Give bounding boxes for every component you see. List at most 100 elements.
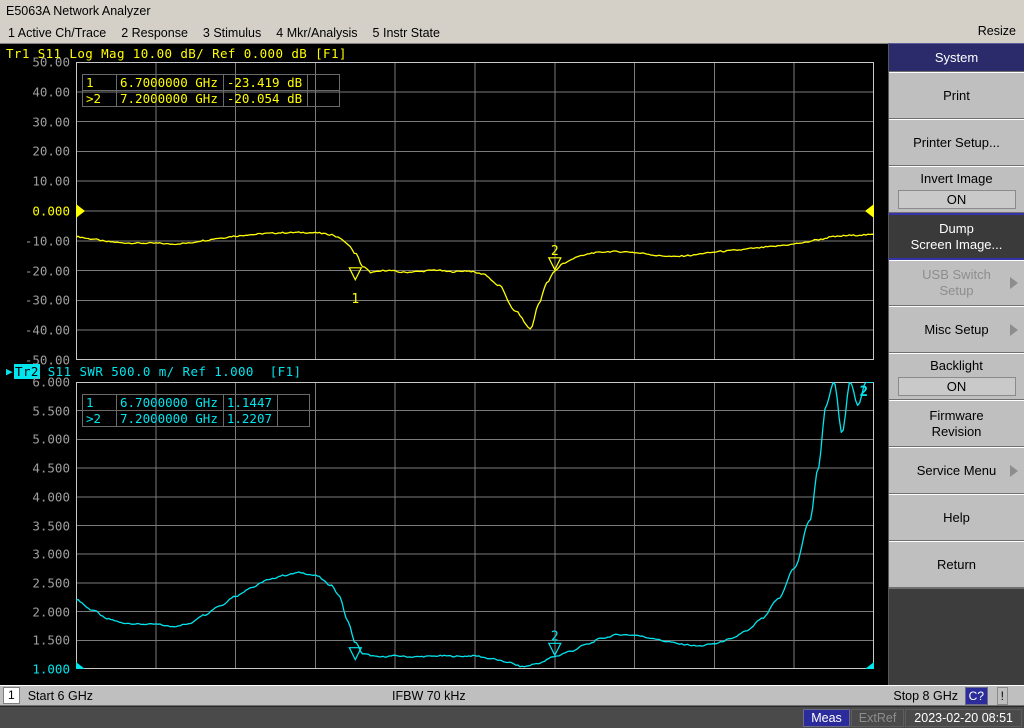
status-bar: 1 Start 6 GHz IFBW 70 kHz Stop 8 GHz C? … [0, 685, 1024, 706]
menu-bar: 1 Active Ch/Trace 2 Response 3 Stimulus … [0, 22, 1024, 43]
softkey-printer-setup[interactable]: Printer Setup... [889, 119, 1024, 166]
softkey-dump-screen-image-line2: Screen Image... [911, 237, 1003, 253]
resize-label[interactable]: Resize [978, 24, 1016, 38]
ylab2-tick-8: 2.000 [32, 604, 70, 619]
softkey-usb-switch-setup-line2: Setup [940, 283, 974, 299]
status-stop-freq[interactable]: Stop 8 GHz [893, 689, 958, 703]
softkey-dump-screen-image[interactable]: DumpScreen Image... [889, 213, 1024, 260]
softkey-print-label: Print [943, 88, 970, 104]
active-trace-indicator-icon: ▶ [6, 366, 13, 377]
trace2-marker1-value: 1.1447 [223, 395, 277, 411]
svg-text:2: 2 [551, 244, 559, 259]
ylab2-tick-3: 4.500 [32, 461, 70, 476]
datetime-display[interactable]: 2023-02-20 08:51 [905, 709, 1022, 727]
svg-text:2: 2 [551, 629, 559, 644]
window-title: E5063A Network Analyzer [6, 4, 151, 18]
trace1-marker2-freq: 7.2000000 GHz [117, 91, 224, 107]
chevron-right-icon [1010, 465, 1018, 477]
ylab1-tick-9: -40.00 [25, 323, 70, 338]
softkey-dump-screen-image-line1: Dump [939, 221, 974, 237]
trace2-marker-col-empty-1 [278, 395, 310, 411]
trace2-marker1-id: 1 [83, 395, 117, 411]
softkey-help-label: Help [943, 510, 970, 526]
ylab2-tick-2: 5.000 [32, 432, 70, 447]
softkey-service-menu-label: Service Menu [917, 463, 996, 479]
softkey-invert-image-state[interactable]: ON [898, 190, 1016, 209]
softkey-invert-image-label: Invert Image [920, 171, 992, 187]
menu-response[interactable]: 2 Response [114, 25, 195, 41]
status-start-freq[interactable]: Start 6 GHz [28, 689, 93, 703]
menu-instr-state[interactable]: 5 Instr State [366, 25, 447, 41]
trace1-marker2-id: >2 [83, 91, 117, 107]
trace2-header[interactable]: ▶Tr2 S11 SWR 500.0 m/ Ref 1.000 [F1] [6, 364, 301, 379]
instrument-screen: Tr1 S11 Log Mag 10.00 dB/ Ref 0.000 dB [… [0, 43, 888, 685]
ylab2-tick-4: 4.000 [32, 489, 70, 504]
softkey-firmware-revision-line1: Firmware [929, 408, 983, 424]
trace2-marker-readout[interactable]: 1 6.7000000 GHz 1.1447 >2 7.2000000 GHz … [82, 394, 310, 427]
menu-mkr-analysis[interactable]: 4 Mkr/Analysis [269, 25, 364, 41]
ylab2-tick-6: 3.000 [32, 547, 70, 562]
softkey-sidebar: System Print Printer Setup... Invert Image O… [888, 43, 1024, 685]
svg-text:1: 1 [351, 292, 359, 307]
softkey-empty-area [889, 588, 1024, 685]
trace2-marker1-freq: 6.7000000 GHz [117, 395, 224, 411]
svg-text:2: 2 [860, 384, 868, 400]
softkey-usb-switch-setup: USB SwitchSetup [889, 260, 1024, 306]
ylab1-tick-2: 30.00 [32, 114, 70, 129]
softkey-printer-setup-label: Printer Setup... [913, 135, 1000, 151]
app-window: E5063A Network Analyzer 1 Active Ch/Trac… [0, 0, 1024, 728]
status-warning-badge[interactable]: ! [997, 687, 1008, 705]
softkey-invert-image[interactable]: Invert Image ON [889, 166, 1024, 213]
softkey-usb-switch-setup-line1: USB Switch [922, 267, 991, 283]
trace1-marker1-value: -23.419 dB [223, 75, 307, 91]
meas-status-badge[interactable]: Meas [803, 709, 850, 727]
window-titlebar: E5063A Network Analyzer [0, 0, 1024, 22]
chevron-right-icon [1010, 277, 1018, 289]
trace2-header-text: S11 SWR 500.0 m/ Ref 1.000 [F1] [40, 364, 302, 379]
ylab2-tick-7: 2.500 [32, 575, 70, 590]
trace1-marker1-freq: 6.7000000 GHz [117, 75, 224, 91]
bottom-bar: Meas ExtRef 2023-02-20 08:51 [0, 706, 1024, 728]
ylab1-tick-1: 40.00 [32, 84, 70, 99]
status-ifbw[interactable]: IFBW 70 kHz [392, 689, 466, 703]
trace1-marker2-value: -20.054 dB [223, 91, 307, 107]
softkey-backlight-state[interactable]: ON [898, 377, 1016, 396]
softkey-return[interactable]: Return [889, 541, 1024, 588]
softkey-misc-setup[interactable]: Misc Setup [889, 306, 1024, 353]
trace1-marker-col-empty-1 [308, 75, 340, 91]
ylab1-tick-3: 20.00 [32, 144, 70, 159]
softkey-firmware-revision[interactable]: FirmwareRevision [889, 400, 1024, 447]
trace2-marker2-id: >2 [83, 411, 117, 427]
trace1-marker1-id: 1 [83, 75, 117, 91]
softkey-return-label: Return [937, 557, 976, 573]
trace1-y-axis-labels: 50.0040.0030.0020.0010.000.000-10.00-20.… [0, 62, 74, 360]
softkey-title-system: System [889, 43, 1024, 72]
ylab2-tick-5: 3.500 [32, 518, 70, 533]
status-cal-badge[interactable]: C? [965, 687, 988, 705]
ylab1-tick-4: 10.00 [32, 174, 70, 189]
ylab1-tick-7: -20.00 [25, 263, 70, 278]
ylab1-tick-6: -10.00 [25, 233, 70, 248]
menu-active-ch-trace[interactable]: 1 Active Ch/Trace [1, 25, 113, 41]
chevron-right-icon [1010, 324, 1018, 336]
trace1-header[interactable]: Tr1 S11 Log Mag 10.00 dB/ Ref 0.000 dB [… [6, 46, 347, 61]
trace2-marker2-freq: 7.2000000 GHz [117, 411, 224, 427]
softkey-backlight-label: Backlight [930, 358, 983, 374]
ylab1-tick-5: 0.000 [32, 204, 70, 219]
status-channel-badge[interactable]: 1 [3, 687, 20, 704]
softkey-backlight[interactable]: Backlight ON [889, 353, 1024, 400]
ylab2-tick-1: 5.500 [32, 403, 70, 418]
trace2-name-badge: Tr2 [14, 364, 40, 379]
softkey-service-menu[interactable]: Service Menu [889, 447, 1024, 494]
ylab2-tick-9: 1.500 [32, 633, 70, 648]
ylab2-tick-10: 1.000 [32, 662, 70, 677]
trace1-marker-col-empty-2 [308, 91, 340, 107]
softkey-help[interactable]: Help [889, 494, 1024, 541]
softkey-misc-setup-label: Misc Setup [924, 322, 988, 338]
trace2-marker-col-empty-2 [278, 411, 310, 427]
trace2-marker2-value: 1.2207 [223, 411, 277, 427]
softkey-firmware-revision-line2: Revision [932, 424, 982, 440]
menu-stimulus[interactable]: 3 Stimulus [196, 25, 268, 41]
softkey-print[interactable]: Print [889, 72, 1024, 119]
trace1-marker-readout[interactable]: 1 6.7000000 GHz -23.419 dB >2 7.2000000 … [82, 74, 340, 107]
